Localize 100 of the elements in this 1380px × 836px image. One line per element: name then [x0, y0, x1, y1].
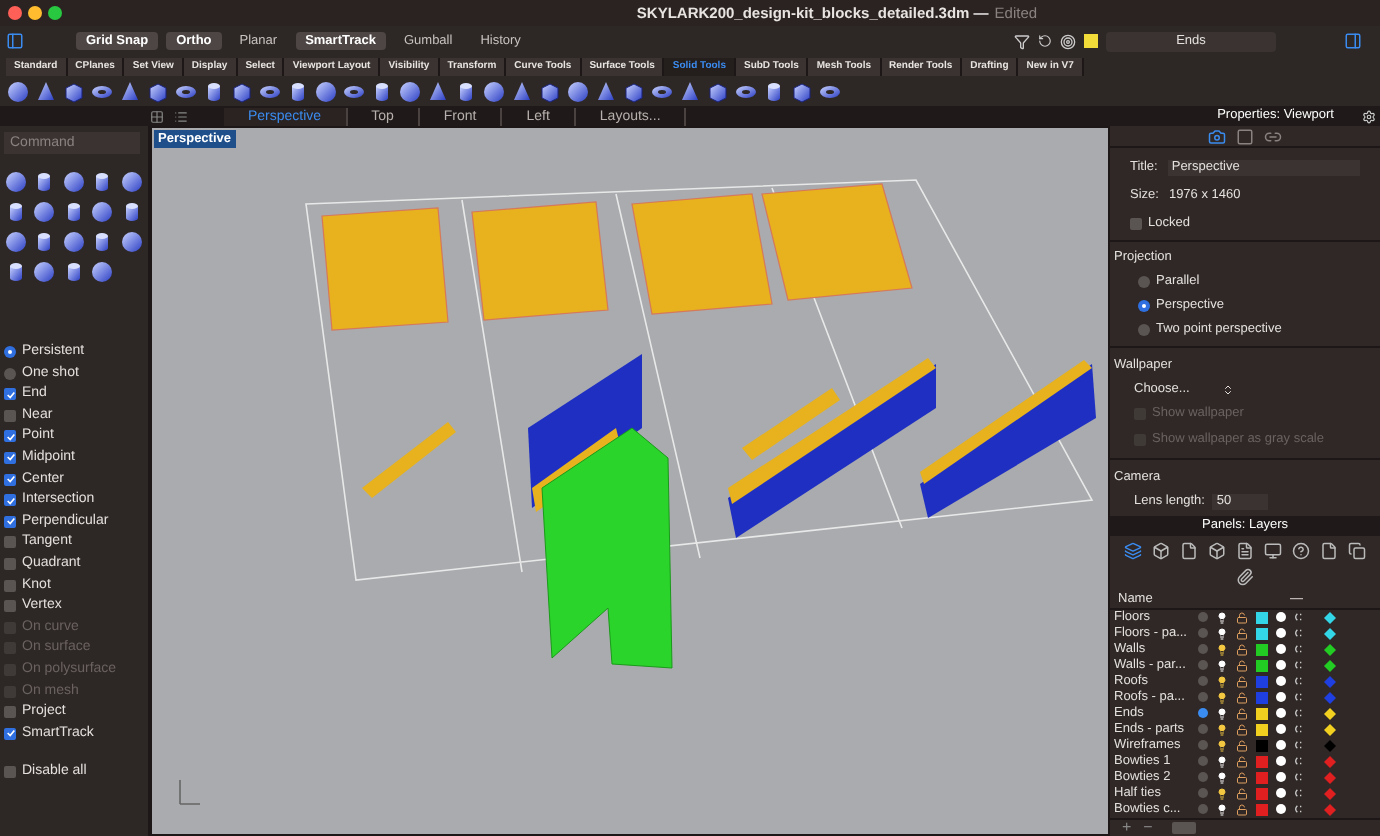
- checkbox[interactable]: [4, 727, 16, 740]
- layer-color-swatch[interactable]: [1256, 755, 1268, 768]
- checkbox[interactable]: [4, 515, 16, 528]
- lock-icon[interactable]: [1236, 659, 1248, 672]
- radio-button[interactable]: [1138, 323, 1150, 336]
- lock-icon[interactable]: [1236, 739, 1248, 752]
- cylinder-icon[interactable]: [286, 79, 310, 103]
- layer-color-swatch[interactable]: [1256, 627, 1268, 640]
- checkbox[interactable]: [4, 451, 16, 464]
- layer-color-swatch[interactable]: [1256, 803, 1268, 816]
- radio-button[interactable]: [4, 346, 16, 358]
- link-icon[interactable]: [1264, 127, 1282, 146]
- layer-color-swatch[interactable]: [1256, 787, 1268, 800]
- bracket-icon[interactable]: [1294, 676, 1304, 687]
- undo-icon[interactable]: [1038, 34, 1052, 48]
- layer-color-swatch[interactable]: [1256, 675, 1268, 688]
- sidebar-icon[interactable]: [6, 32, 24, 50]
- zoom-button[interactable]: [48, 6, 62, 20]
- sphere-icon[interactable]: [398, 79, 422, 103]
- checkbox[interactable]: [4, 388, 16, 401]
- bracket-icon[interactable]: [1294, 644, 1304, 655]
- layer-color-swatch[interactable]: [1256, 739, 1268, 752]
- cylinder-icon[interactable]: [762, 79, 786, 103]
- bulb-icon[interactable]: [1216, 675, 1228, 688]
- layer-color-swatch[interactable]: [1256, 723, 1268, 736]
- sphere-icon[interactable]: [32, 260, 57, 284]
- paperclip-icon[interactable]: [1236, 567, 1254, 586]
- checkbox[interactable]: [4, 430, 16, 443]
- settings-icon[interactable]: [1362, 109, 1376, 123]
- checkbox[interactable]: [4, 494, 16, 507]
- cylinder-icon[interactable]: [454, 79, 478, 103]
- layers-icon[interactable]: [1124, 541, 1142, 560]
- checkbox[interactable]: [4, 766, 16, 779]
- file-icon[interactable]: [1180, 541, 1198, 560]
- sphere-icon[interactable]: [566, 79, 590, 103]
- layer-color-swatch[interactable]: [1256, 771, 1268, 784]
- bracket-icon[interactable]: [1294, 772, 1304, 783]
- help-icon[interactable]: [1292, 541, 1310, 560]
- checkbox[interactable]: [4, 409, 16, 422]
- cylinder-icon[interactable]: [370, 79, 394, 103]
- lock-icon[interactable]: [1236, 611, 1248, 624]
- sphere-icon[interactable]: [61, 230, 86, 254]
- bulb-icon[interactable]: [1216, 803, 1228, 816]
- sphere-icon[interactable]: [90, 200, 115, 224]
- radio-button[interactable]: [1138, 276, 1150, 289]
- sphere-icon[interactable]: [32, 200, 57, 224]
- bulb-icon[interactable]: [1216, 787, 1228, 800]
- bracket-icon[interactable]: [1294, 708, 1304, 719]
- checkbox[interactable]: [4, 536, 16, 549]
- bracket-icon[interactable]: [1294, 628, 1304, 639]
- lock-icon[interactable]: [1236, 691, 1248, 704]
- bulb-icon[interactable]: [1216, 611, 1228, 624]
- cube-icon[interactable]: [1152, 541, 1170, 560]
- bulb-icon[interactable]: [1216, 755, 1228, 768]
- checkbox[interactable]: [4, 600, 16, 613]
- sphere-icon[interactable]: [61, 170, 86, 194]
- radio-button[interactable]: [4, 367, 16, 380]
- layer-color-swatch[interactable]: [1256, 643, 1268, 656]
- camera-icon[interactable]: [1208, 127, 1226, 146]
- lock-icon[interactable]: [1236, 787, 1248, 800]
- sidebar-icon[interactable]: [1344, 32, 1362, 50]
- bulb-icon[interactable]: [1216, 627, 1228, 640]
- bulb-icon[interactable]: [1216, 691, 1228, 704]
- cube-icon[interactable]: [1208, 541, 1226, 560]
- layer-footer-button[interactable]: +: [1122, 819, 1132, 836]
- radio-button[interactable]: [1138, 299, 1150, 312]
- bulb-icon[interactable]: [1216, 739, 1228, 752]
- sphere-icon[interactable]: [4, 230, 28, 254]
- checkbox[interactable]: [4, 473, 16, 486]
- sphere-icon[interactable]: [314, 79, 338, 103]
- bracket-icon[interactable]: [1294, 788, 1304, 799]
- document-icon[interactable]: [1236, 541, 1254, 560]
- bulb-icon[interactable]: [1216, 707, 1228, 720]
- lock-icon[interactable]: [1236, 723, 1248, 736]
- sphere-icon[interactable]: [119, 230, 144, 254]
- lock-icon[interactable]: [1236, 771, 1248, 784]
- sphere-icon[interactable]: [6, 79, 30, 103]
- lock-icon[interactable]: [1236, 803, 1248, 816]
- bracket-icon[interactable]: [1294, 740, 1304, 751]
- checkbox[interactable]: [1130, 217, 1142, 230]
- target-icon[interactable]: [1060, 33, 1076, 49]
- sphere-icon[interactable]: [4, 170, 28, 194]
- grid-icon[interactable]: [150, 109, 164, 123]
- layer-color-swatch[interactable]: [1256, 659, 1268, 672]
- bracket-icon[interactable]: [1294, 692, 1304, 703]
- monitor-icon[interactable]: [1264, 541, 1282, 560]
- layer-color-swatch[interactable]: [1256, 611, 1268, 624]
- layer-color-swatch[interactable]: [1256, 691, 1268, 704]
- bulb-icon[interactable]: [1216, 771, 1228, 784]
- bracket-icon[interactable]: [1294, 756, 1304, 767]
- lock-icon[interactable]: [1236, 643, 1248, 656]
- checkbox[interactable]: [4, 557, 16, 570]
- checkbox[interactable]: [4, 706, 16, 719]
- bulb-icon[interactable]: [1216, 659, 1228, 672]
- bracket-icon[interactable]: [1294, 804, 1304, 815]
- lock-icon[interactable]: [1236, 755, 1248, 768]
- sphere-icon[interactable]: [482, 79, 506, 103]
- layer-footer-button[interactable]: −: [1143, 819, 1153, 836]
- file-icon[interactable]: [1320, 541, 1338, 560]
- layer-color-swatch[interactable]: [1256, 707, 1268, 720]
